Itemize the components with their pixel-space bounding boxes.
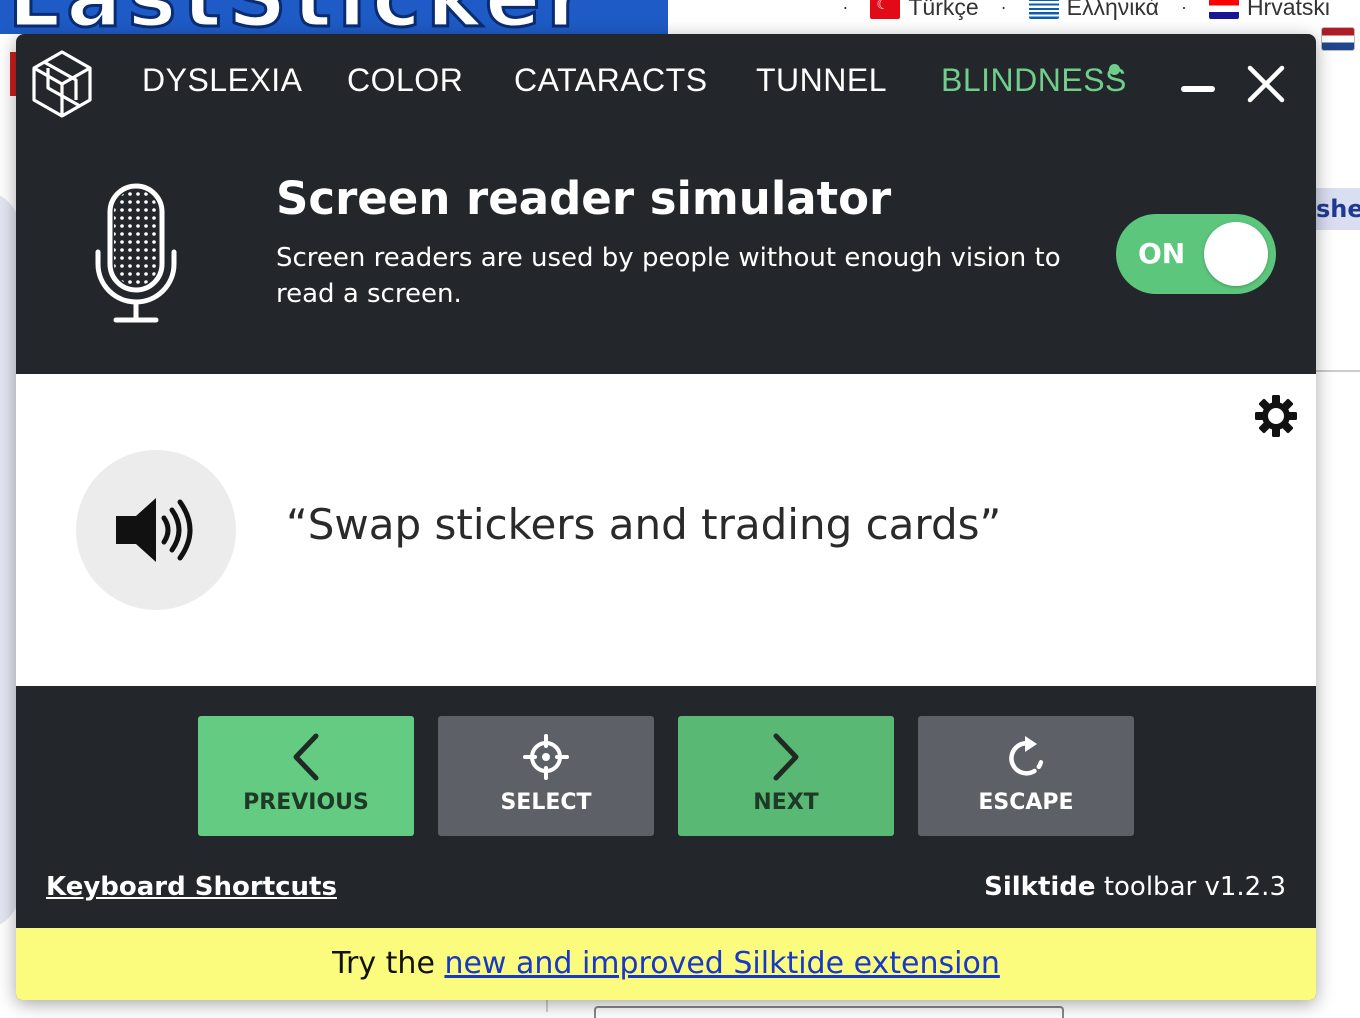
- promo-prefix: Try the: [332, 946, 445, 981]
- language-link-greek[interactable]: Ελληνικά: [1028, 0, 1159, 21]
- escape-button[interactable]: ESCAPE: [918, 716, 1134, 836]
- escape-label: ESCAPE: [978, 790, 1074, 815]
- netherlands-flag-icon[interactable]: [1322, 28, 1354, 50]
- simulator-header: Screen reader simulator Screen readers a…: [16, 134, 1316, 374]
- simulator-toggle[interactable]: ON: [1116, 214, 1276, 294]
- select-button[interactable]: SELECT: [438, 716, 654, 836]
- croatia-flag-icon: [1208, 0, 1239, 19]
- tab-dyslexia[interactable]: DYSLEXIA: [142, 62, 303, 99]
- site-input-box[interactable]: [594, 1006, 1064, 1018]
- spoken-text: “Swap stickers and trading cards”: [286, 500, 1002, 549]
- close-icon[interactable]: [1244, 60, 1288, 104]
- tab-color[interactable]: COLOR: [347, 62, 463, 99]
- gear-icon[interactable]: [1254, 394, 1298, 438]
- rotate-icon: [1009, 736, 1044, 776]
- language-link-croatian[interactable]: Hrvatski: [1208, 0, 1330, 21]
- speaker-button[interactable]: [76, 450, 236, 610]
- site-divider: [1316, 370, 1360, 372]
- chevron-left-icon: [293, 733, 319, 781]
- previous-button[interactable]: PREVIOUS: [198, 716, 414, 836]
- chevron-right-icon: [773, 733, 799, 781]
- tab-tunnel[interactable]: TUNNEL: [756, 62, 887, 99]
- select-label: SELECT: [500, 790, 592, 815]
- toolbar-version: Silktide toolbar v1.2.3: [984, 872, 1286, 902]
- greece-flag-icon: [1028, 0, 1059, 19]
- screen-reader-output: “Swap stickers and trading cards”: [16, 374, 1316, 686]
- silktide-toolbar: DYSLEXIA COLOR CATARACTS TUNNEL BLINDNES…: [16, 34, 1316, 1000]
- language-list: · Türkçe · Ελληνικά · Hrvatski: [830, 0, 1330, 21]
- toggle-label: ON: [1138, 237, 1186, 270]
- microphone-icon: [95, 183, 177, 323]
- next-label: NEXT: [753, 790, 819, 815]
- silktide-logo-icon[interactable]: [30, 48, 94, 120]
- version-brand: Silktide: [984, 872, 1096, 902]
- site-right-tag[interactable]: she: [1312, 188, 1360, 230]
- tab-cataracts[interactable]: CATARACTS: [514, 62, 708, 99]
- minimize-icon[interactable]: [1176, 60, 1220, 104]
- toggle-knob[interactable]: [1204, 222, 1268, 286]
- promo-extension-link[interactable]: new and improved Silktide extension: [444, 946, 999, 981]
- next-button[interactable]: NEXT: [678, 716, 894, 836]
- tab-blindness[interactable]: BLINDNESS: [941, 62, 1127, 99]
- crosshair-icon: [523, 734, 569, 780]
- site-divider: [546, 1000, 548, 1012]
- site-logo[interactable]: LastSticker: [0, 0, 668, 34]
- turkey-flag-icon: [870, 0, 901, 19]
- speaker-icon: [116, 498, 193, 562]
- version-text: toolbar v1.2.3: [1095, 872, 1286, 902]
- simulator-description: Screen readers are used by people withou…: [276, 243, 1061, 309]
- active-tab-indicator: [1109, 64, 1120, 75]
- promo-banner: Try the new and improved Silktide extens…: [16, 928, 1316, 1000]
- previous-label: PREVIOUS: [243, 790, 369, 815]
- navigation-controls: PREVIOUS SELECT NEXT ESCAPE: [16, 686, 1316, 836]
- toolbar-nav: DYSLEXIA COLOR CATARACTS TUNNEL BLINDNES…: [16, 34, 1316, 134]
- keyboard-shortcuts-link[interactable]: Keyboard Shortcuts: [46, 872, 337, 902]
- language-link-turkish[interactable]: Türkçe: [870, 0, 979, 21]
- simulator-title: Screen reader simulator: [276, 172, 892, 225]
